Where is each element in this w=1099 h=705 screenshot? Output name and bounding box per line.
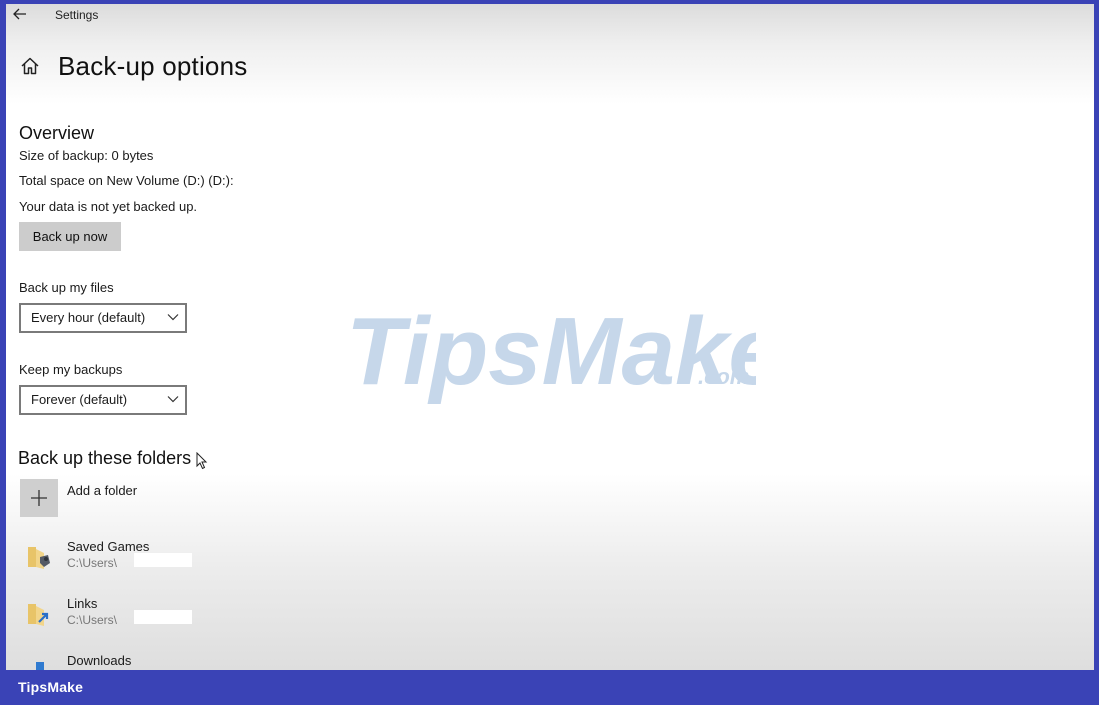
- footer-brand: TipsMake: [18, 679, 84, 695]
- folder-path: C:\Users\: [67, 613, 118, 627]
- folder-item-saved-games[interactable]: Saved Games C:\Users\: [20, 539, 280, 583]
- chevron-down-icon: [167, 396, 179, 403]
- add-folder-button[interactable]: [20, 479, 58, 517]
- redacted-username: [134, 553, 192, 567]
- folder-path: C:\Users\: [67, 556, 118, 570]
- backup-status-text: Your data is not yet backed up.: [19, 199, 198, 214]
- folder-name: Links: [67, 596, 98, 611]
- backup-frequency-dropdown[interactable]: Every hour (default): [19, 303, 187, 333]
- links-folder-icon: [28, 604, 49, 626]
- retention-value: Forever (default): [31, 392, 128, 407]
- backup-frequency-label: Back up my files: [19, 280, 114, 295]
- retention-label: Keep my backups: [19, 362, 123, 377]
- watermark-logo: TipsMake .com: [346, 300, 756, 405]
- downloads-folder-icon: [36, 662, 44, 670]
- saved-games-folder-icon: [28, 547, 50, 569]
- overview-heading: Overview: [19, 123, 95, 143]
- retention-dropdown[interactable]: Forever (default): [19, 385, 187, 415]
- watermark-text: TipsMake: [346, 300, 756, 405]
- folders-heading: Back up these folders: [18, 448, 192, 468]
- back-arrow-icon[interactable]: [12, 7, 28, 21]
- backup-frequency-value: Every hour (default): [31, 310, 146, 325]
- home-icon[interactable]: [20, 56, 40, 76]
- mouse-cursor-icon: [196, 452, 208, 470]
- backup-size-text: Size of backup: 0 bytes: [19, 148, 154, 163]
- window-title: Settings: [55, 8, 99, 22]
- folder-name: Saved Games: [67, 539, 150, 554]
- watermark-suffix: .com: [698, 364, 749, 389]
- total-space-text: Total space on New Volume (D:) (D:):: [19, 173, 234, 188]
- page-title: Back-up options: [58, 51, 248, 81]
- back-up-now-button[interactable]: Back up now: [19, 222, 121, 251]
- add-folder-label[interactable]: Add a folder: [67, 483, 137, 498]
- settings-window: Settings Back-up options Overview Size o…: [6, 4, 1094, 670]
- title-bar: Settings: [6, 4, 1094, 26]
- folder-item-links[interactable]: Links C:\Users\: [20, 596, 280, 640]
- chevron-down-icon: [167, 314, 179, 321]
- folder-item-downloads[interactable]: Downloads: [20, 653, 280, 670]
- plus-icon: [31, 490, 47, 506]
- folder-name: Downloads: [67, 653, 132, 668]
- redacted-username: [134, 610, 192, 624]
